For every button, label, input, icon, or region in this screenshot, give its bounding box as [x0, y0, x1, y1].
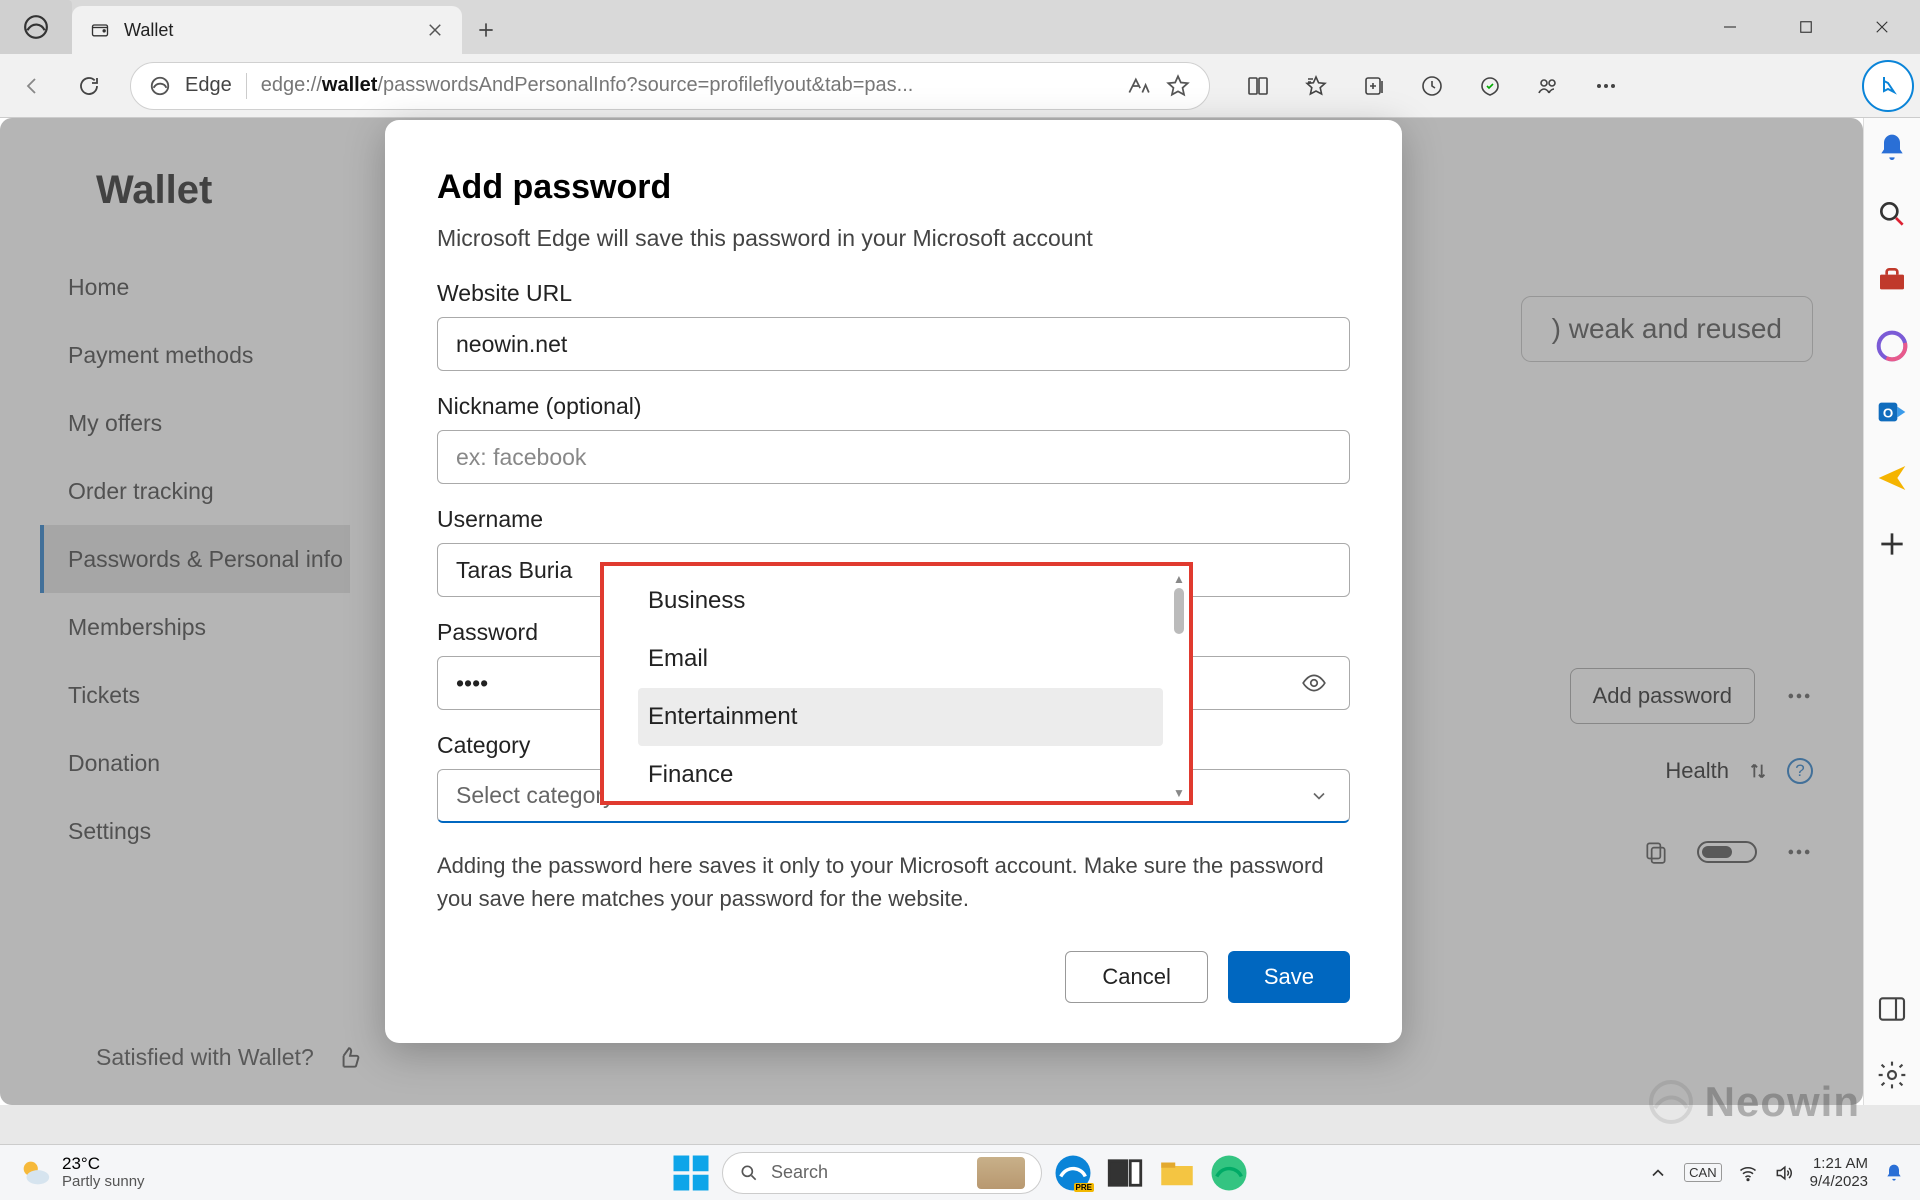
close-tab-icon[interactable]	[426, 21, 444, 39]
keyboard-layout[interactable]: CAN	[1684, 1163, 1721, 1182]
edge-icon[interactable]	[1208, 1152, 1250, 1194]
settings-icon[interactable]	[1876, 1059, 1908, 1091]
show-password-icon[interactable]	[1301, 670, 1327, 696]
titlebar: Wallet	[0, 0, 1920, 54]
dialog-title: Add password	[437, 168, 1350, 207]
performance-icon[interactable]	[1462, 61, 1518, 111]
bing-chat-button[interactable]	[1862, 60, 1914, 112]
dropdown-scrollbar[interactable]: ▲ ▼	[1173, 572, 1185, 795]
outlook-icon[interactable]: O	[1876, 396, 1908, 428]
address-product: Edge	[185, 74, 232, 97]
category-option-finance[interactable]: Finance	[638, 746, 1163, 801]
toolbox-icon[interactable]	[1876, 264, 1908, 296]
search-icon[interactable]	[1876, 198, 1908, 230]
collections-icon[interactable]	[1346, 61, 1402, 111]
dialog-helper-text: Adding the password here saves it only t…	[437, 849, 1350, 915]
url-label: Website URL	[437, 280, 1350, 307]
edge-logo-icon	[149, 75, 171, 97]
reader-icon[interactable]	[1125, 73, 1151, 99]
wifi-icon[interactable]	[1738, 1163, 1758, 1183]
chevron-down-icon	[1309, 786, 1329, 806]
cancel-button[interactable]: Cancel	[1065, 951, 1207, 1003]
edge-dev-icon[interactable]	[1052, 1152, 1094, 1194]
window-minimize[interactable]	[1692, 0, 1768, 54]
browser-toolbar: Edge edge://wallet/passwordsAndPersonalI…	[0, 54, 1920, 118]
username-label: Username	[437, 506, 1350, 533]
category-option-business[interactable]: Business	[638, 572, 1163, 630]
search-icon	[739, 1163, 759, 1183]
profile-icon[interactable]	[1520, 61, 1576, 111]
address-separator	[246, 73, 247, 99]
notification-bell-icon[interactable]	[1884, 1163, 1904, 1183]
window-close[interactable]	[1844, 0, 1920, 54]
category-option-entertainment[interactable]: Entertainment	[638, 688, 1163, 746]
more-icon[interactable]	[1578, 61, 1634, 111]
favorites-icon[interactable]	[1288, 61, 1344, 111]
watermark: Neowin	[1647, 1078, 1860, 1126]
file-explorer-icon[interactable]	[1156, 1152, 1198, 1194]
refresh-button[interactable]	[64, 61, 114, 111]
category-option-email[interactable]: Email	[638, 630, 1163, 688]
nickname-label: Nickname (optional)	[437, 393, 1350, 420]
save-button[interactable]: Save	[1228, 951, 1350, 1003]
task-view-icon[interactable]	[1104, 1152, 1146, 1194]
scroll-down-icon[interactable]: ▼	[1173, 786, 1185, 800]
send-icon[interactable]	[1876, 462, 1908, 494]
start-button[interactable]	[670, 1152, 712, 1194]
window-maximize[interactable]	[1768, 0, 1844, 54]
nickname-input[interactable]: ex: facebook	[437, 430, 1350, 484]
browser-tab[interactable]: Wallet	[72, 6, 462, 54]
scroll-up-icon[interactable]: ▲	[1173, 572, 1185, 586]
favorite-star-icon[interactable]	[1165, 73, 1191, 99]
volume-icon[interactable]	[1774, 1163, 1794, 1183]
windows-taskbar: 23°CPartly sunny Search CAN 1:21 AM9/4/2…	[0, 1144, 1920, 1200]
back-button[interactable]	[8, 61, 58, 111]
edge-sidebar: O	[1863, 118, 1920, 1105]
wallet-icon	[90, 20, 110, 40]
category-dropdown: BusinessEmailEntertainmentFinance ▲ ▼	[600, 562, 1193, 805]
taskbar-search[interactable]: Search	[722, 1152, 1042, 1194]
scroll-thumb[interactable]	[1174, 588, 1184, 634]
weather-widget[interactable]: 23°CPartly sunny	[0, 1155, 145, 1190]
panel-icon[interactable]	[1876, 993, 1908, 1025]
dialog-subtitle: Microsoft Edge will save this password i…	[437, 225, 1350, 252]
history-icon[interactable]	[1404, 61, 1460, 111]
app-icon	[0, 0, 72, 54]
address-url: edge://wallet/passwordsAndPersonalInfo?s…	[261, 74, 1111, 97]
notifications-icon[interactable]	[1876, 132, 1908, 164]
office-icon[interactable]	[1876, 330, 1908, 362]
search-widget-icon	[977, 1157, 1025, 1189]
add-sidebar-icon[interactable]	[1876, 528, 1908, 560]
new-tab-button[interactable]	[462, 6, 510, 54]
split-screen-icon[interactable]	[1230, 61, 1286, 111]
address-bar[interactable]: Edge edge://wallet/passwordsAndPersonalI…	[130, 62, 1210, 110]
svg-text:O: O	[1883, 405, 1893, 420]
tab-title: Wallet	[124, 20, 412, 41]
clock[interactable]: 1:21 AM9/4/2023	[1810, 1155, 1868, 1190]
url-input[interactable]: neowin.net	[437, 317, 1350, 371]
tray-chevron-icon[interactable]	[1648, 1163, 1668, 1183]
